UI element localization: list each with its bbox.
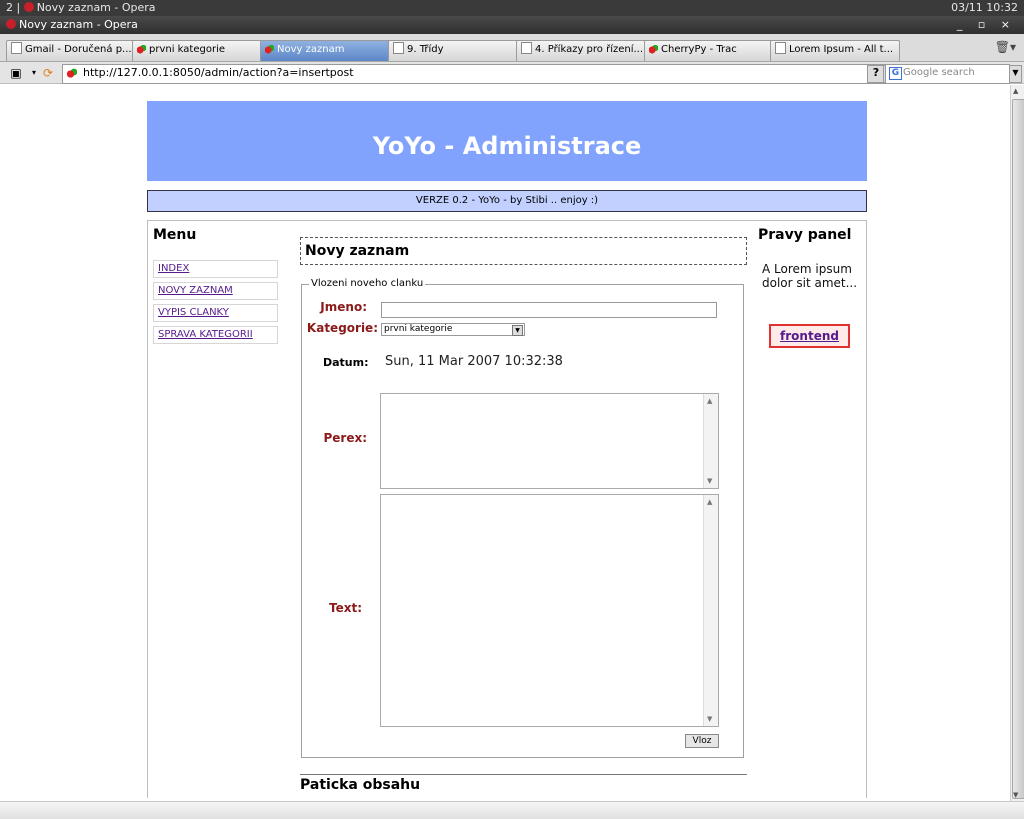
menu-link[interactable]: NOVY ZAZNAM	[158, 285, 233, 296]
tab-tridy[interactable]: 9. Třídy	[388, 40, 520, 61]
search-input[interactable]: G Google search	[885, 64, 1010, 84]
menu-item-index[interactable]: INDEX	[153, 260, 278, 278]
tab-label: CherryPy - Trac	[661, 44, 737, 55]
search-placeholder: Google search	[903, 67, 975, 78]
text-label: Text:	[328, 601, 362, 615]
tab-lorem-ipsum[interactable]: Lorem Ipsum - All t...	[770, 40, 900, 61]
category-select[interactable]: prvni kategorie ▼	[381, 323, 525, 336]
window-title: Novy zaznam - Opera	[19, 18, 138, 31]
tab-label: 4. Příkazy pro řízení...	[535, 44, 644, 55]
date-value: Sun, 11 Mar 2007 10:32:38	[385, 354, 563, 369]
frontend-link[interactable]: frontend	[780, 329, 839, 343]
footer-divider	[300, 774, 747, 775]
scrollbar-thumb[interactable]	[1012, 99, 1024, 799]
scroll-up-icon[interactable]: ▲	[707, 397, 712, 405]
menu-item-sprava-kategorii[interactable]: SPRAVA KATEGORII	[153, 326, 278, 344]
site-banner: YoYo - Administrace	[147, 101, 867, 181]
opera-icon	[6, 19, 16, 29]
cherry-icon	[265, 44, 274, 54]
taskbar-title[interactable]: 2 | Novy zaznam - Opera	[6, 1, 156, 14]
status-bar	[0, 801, 1024, 819]
tab-label: 9. Třídy	[407, 44, 444, 55]
menu-link[interactable]: VYPIS CLANKY	[158, 307, 229, 318]
window-titlebar[interactable]: Novy zaznam - Opera _ ▫ ×	[0, 16, 1024, 34]
scroll-down-icon[interactable]: ▼	[707, 477, 712, 485]
tab-label: prvni kategorie	[149, 44, 225, 55]
system-taskbar: 2 | Novy zaznam - Opera 03/11 10:32	[0, 0, 1024, 16]
text-textarea[interactable]: ▲ ▼	[380, 494, 719, 727]
taskbar-window-title: Novy zaznam - Opera	[36, 1, 156, 14]
tab-cherrypy[interactable]: CherryPy - Trac	[644, 40, 774, 61]
menu-item-vypis-clanky[interactable]: VYPIS CLANKY	[153, 304, 278, 322]
lorem-icon	[775, 42, 786, 54]
scroll-down-icon[interactable]: ▼	[1013, 791, 1018, 799]
window-controls[interactable]: _ ▫ ×	[957, 18, 1016, 31]
perex-label: Perex:	[323, 431, 367, 445]
tab-prvni-kategorie[interactable]: prvni kategorie	[132, 40, 264, 61]
address-field[interactable]: http://127.0.0.1:8050/admin/action?a=ins…	[62, 64, 920, 84]
perex-textarea[interactable]: ▲ ▼	[380, 393, 719, 489]
tab-label: Gmail - Doručená p...	[25, 44, 132, 55]
content-footer: Paticka obsahu	[300, 777, 421, 793]
reload-icon[interactable]: ⟳	[40, 65, 56, 81]
tab-gmail[interactable]: Gmail - Doručená p...	[6, 40, 136, 61]
menu-link[interactable]: SPRAVA KATEGORII	[158, 329, 253, 340]
content-title: Novy zaznam	[300, 237, 747, 265]
workspace-number: 2 |	[6, 1, 21, 14]
version-bar: VERZE 0.2 - YoYo - by Stibi .. enjoy :)	[147, 190, 867, 212]
right-panel-title: Pravy panel	[758, 227, 852, 243]
date-label: Datum:	[323, 356, 369, 369]
address-url: http://127.0.0.1:8050/admin/action?a=ins…	[83, 66, 354, 79]
category-label: Kategorie:	[306, 321, 378, 335]
cherry-icon	[137, 44, 146, 54]
name-label: Jmeno:	[320, 300, 367, 314]
page-icon	[11, 42, 22, 54]
page-scrollbar[interactable]: ▲ ▼	[1010, 85, 1024, 801]
chevron-down-icon[interactable]: ▼	[1009, 65, 1022, 83]
opera-icon	[23, 2, 34, 12]
site-favicon	[67, 68, 77, 78]
tab-label: Novy zaznam	[277, 44, 345, 55]
submit-button[interactable]: Vloz	[685, 734, 719, 748]
fieldset-legend: Vlozeni noveho clanku	[309, 278, 426, 289]
textarea-scrollbar[interactable]: ▲ ▼	[703, 495, 718, 726]
panels-icon[interactable]: ▣	[8, 65, 24, 81]
page-icon	[521, 42, 532, 54]
chevron-down-icon[interactable]: ▼	[512, 325, 523, 336]
menu-title: Menu	[153, 227, 197, 243]
page-icon	[393, 42, 404, 54]
tab-novy-zaznam[interactable]: Novy zaznam	[260, 40, 392, 61]
system-clock: 03/11 10:32	[951, 1, 1018, 14]
right-panel-text: A Lorem ipsum dolor sit amet...	[762, 262, 858, 290]
trash-icon[interactable]: 🗑▾	[995, 40, 1016, 54]
scroll-down-icon[interactable]: ▼	[707, 715, 712, 723]
frontend-button[interactable]: frontend	[769, 324, 850, 348]
address-toolbar: ▣ ▾ ⟳ http://127.0.0.1:8050/admin/action…	[0, 62, 1024, 84]
scroll-up-icon[interactable]: ▲	[1013, 87, 1018, 95]
tab-bar: Gmail - Doručená p... prvni kategorie No…	[0, 34, 1024, 62]
category-selected-value: prvni kategorie	[384, 324, 453, 334]
menu-link[interactable]: INDEX	[158, 263, 189, 274]
tab-label: Lorem Ipsum - All t...	[789, 44, 894, 55]
cherry-icon	[649, 44, 658, 54]
textarea-scrollbar[interactable]: ▲ ▼	[703, 394, 718, 488]
name-field[interactable]	[381, 302, 717, 318]
menu-item-novy-zaznam[interactable]: NOVY ZAZNAM	[153, 282, 278, 300]
scroll-up-icon[interactable]: ▲	[707, 498, 712, 506]
google-icon: G	[889, 67, 902, 80]
tab-prikazy[interactable]: 4. Příkazy pro řízení...	[516, 40, 648, 61]
